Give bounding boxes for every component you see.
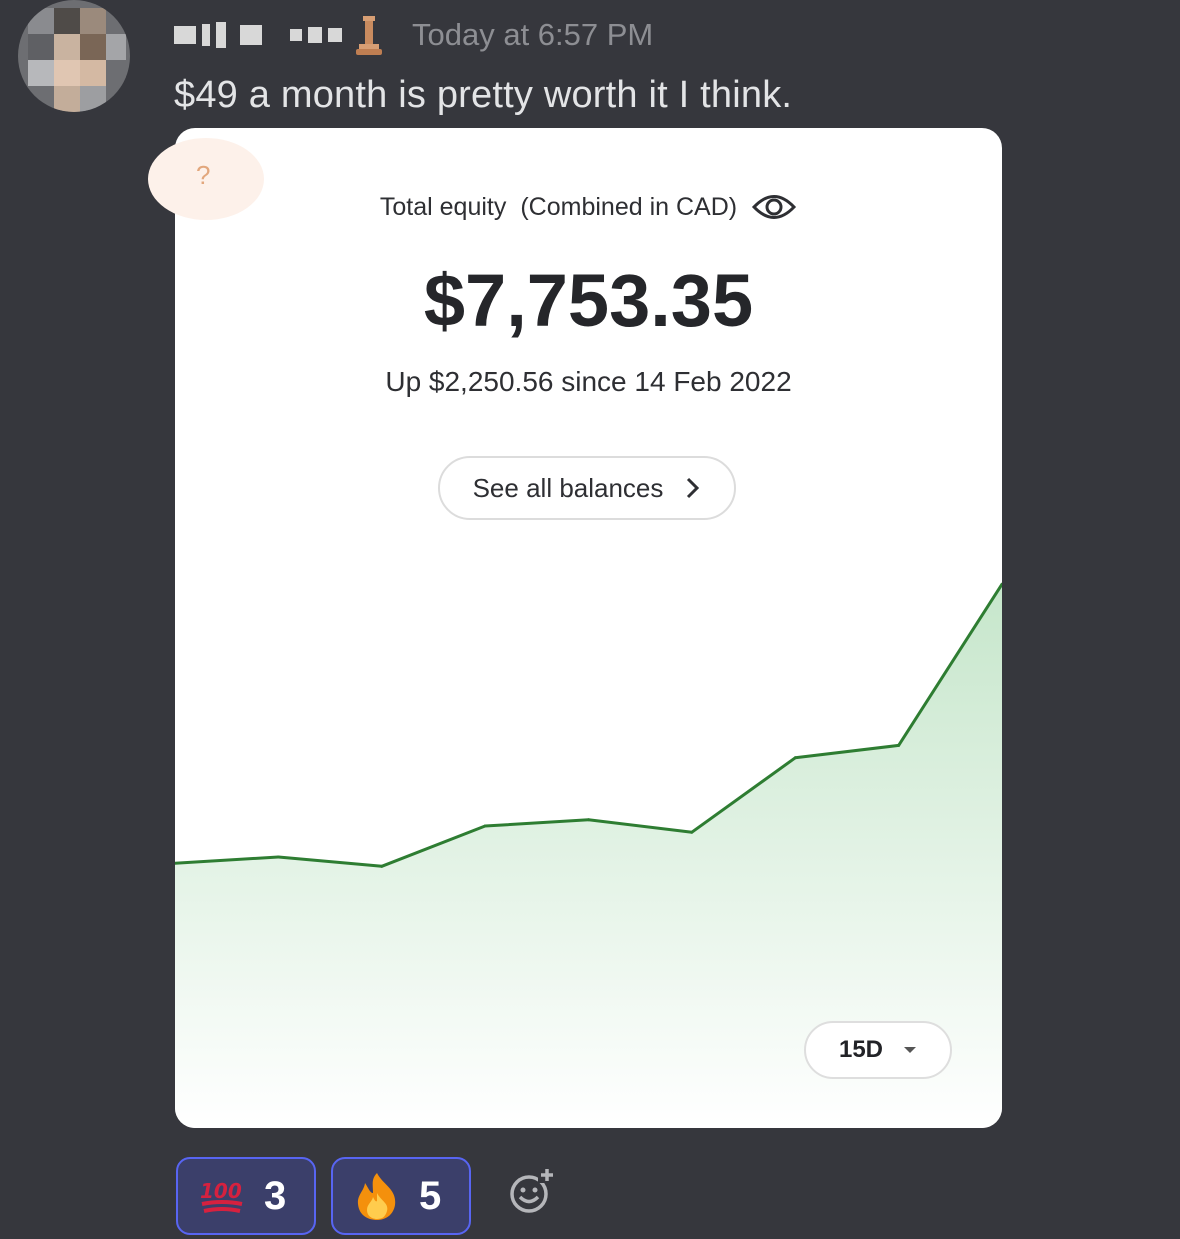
chess-pawn-icon: [356, 16, 382, 55]
username-redacted[interactable]: [174, 15, 384, 55]
see-all-balances-label: See all balances: [472, 472, 664, 503]
equity-change-text: Up $2,250.56 since 14 Feb 2022: [385, 366, 792, 397]
see-all-balances-button: See all balances: [438, 456, 736, 520]
caret-down-icon: [904, 1047, 917, 1053]
fire-emoji: [357, 1173, 396, 1220]
eye-icon: [752, 195, 797, 219]
chat-message: Today at 6:57 PM $49 a month is pretty w…: [0, 0, 1180, 1239]
avatar[interactable]: [18, 0, 130, 112]
hundred-points-emoji: 100: [200, 1179, 243, 1213]
reaction-hundred[interactable]: 100 3: [176, 1157, 316, 1235]
equity-combined-label: (Combined in CAD): [520, 192, 738, 221]
help-icon: ?: [196, 160, 211, 190]
reaction-count: 3: [264, 1173, 287, 1218]
reaction-count: 5: [419, 1173, 442, 1218]
add-reaction-icon[interactable]: [508, 1167, 556, 1215]
svg-text:100: 100: [200, 1179, 242, 1203]
chevron-right-icon: [687, 477, 700, 499]
message-text: $49 a month is pretty worth it I think.: [174, 74, 793, 116]
equity-label-row: Total equity (Combined in CAD): [175, 192, 1002, 222]
message-header: Today at 6:57 PM: [174, 10, 653, 60]
equity-label: Total equity: [379, 192, 507, 221]
total-equity-amount: $7,753.35: [423, 259, 754, 342]
period-selector: 15D: [804, 1021, 952, 1079]
message-timestamp: Today at 6:57 PM: [412, 17, 654, 52]
reaction-fire[interactable]: 5: [331, 1157, 471, 1235]
period-label: 15D: [838, 1036, 884, 1063]
